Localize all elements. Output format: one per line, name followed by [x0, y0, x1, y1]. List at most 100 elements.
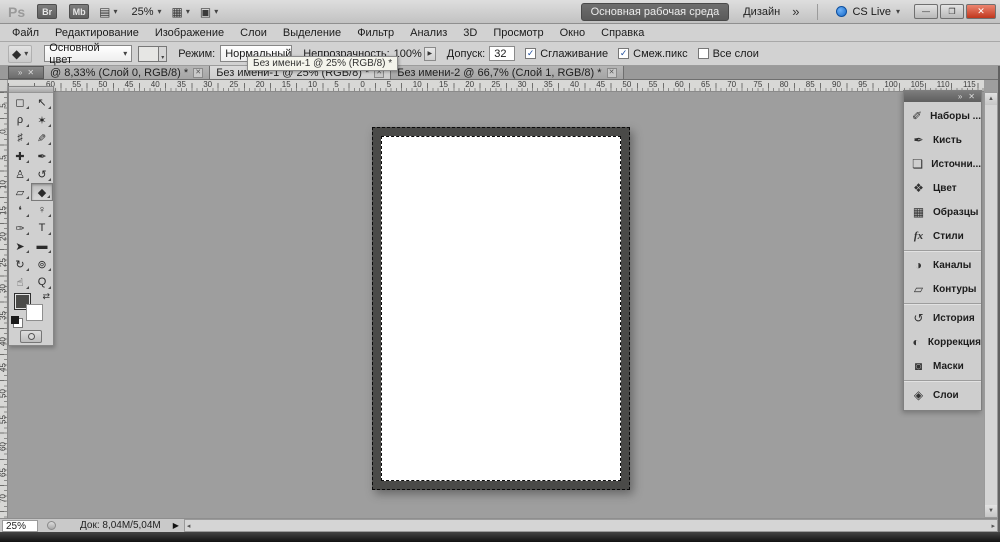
pattern-picker[interactable]: ▾	[138, 46, 167, 62]
horizontal-scrollbar[interactable]: ◂ ▸	[184, 519, 998, 532]
crop-tool[interactable]: ♯	[9, 129, 31, 147]
tool-preset-picker[interactable]: ◆ ▾	[8, 45, 32, 63]
panel-label: Слои	[933, 390, 959, 401]
panel-button-layers[interactable]: ◈Слои	[904, 383, 981, 407]
panel-collapse-icon[interactable]: »	[18, 68, 22, 77]
panel-collapse-icon[interactable]: »	[958, 92, 962, 101]
menu-item[interactable]: Редактирование	[47, 24, 147, 42]
ruler-label: 40	[0, 335, 8, 347]
dodge-tool[interactable]: ♀	[31, 201, 53, 219]
panel-button-adjustments[interactable]: ◐Коррекция	[904, 330, 981, 354]
path-selection-tool[interactable]: ➤	[9, 237, 31, 255]
ruler-label: 20	[256, 80, 265, 89]
clone-stamp-tool[interactable]: ♙	[9, 165, 31, 183]
document-canvas[interactable]	[372, 127, 630, 490]
swap-colors-icon[interactable]: ⇄	[42, 291, 50, 302]
option-checkbox[interactable]: Все слои	[698, 48, 759, 60]
panel-button-color[interactable]: ❖Цвет	[904, 176, 981, 200]
workspace-button-active[interactable]: Основная рабочая среда	[581, 3, 730, 21]
tolerance-input[interactable]: 32	[489, 46, 515, 61]
vertical-ruler[interactable]: 50510152025303540455055606570	[0, 92, 8, 518]
ruler-label: 15	[439, 80, 448, 89]
scroll-right-icon[interactable]: ▸	[991, 522, 995, 530]
close-button[interactable]: ✕	[966, 4, 996, 19]
background-color-swatch[interactable]	[26, 304, 43, 321]
panel-button-masks[interactable]: ◙Маски	[904, 354, 981, 378]
zoom-tool[interactable]: Q	[31, 273, 53, 291]
option-checkbox[interactable]: ✓Смеж.пикс	[618, 48, 687, 60]
scroll-up-icon[interactable]: ▲	[985, 93, 997, 105]
view-extras-button[interactable]: ▤ ▾	[99, 5, 117, 19]
panel-button-swatches[interactable]: ▦Образцы	[904, 200, 981, 224]
menu-item[interactable]: Справка	[593, 24, 652, 42]
ruler-label: 35	[0, 309, 8, 321]
menu-item[interactable]: 3D	[455, 24, 485, 42]
brush-tool[interactable]: ✒	[31, 147, 53, 165]
status-zoom-input[interactable]: 25%	[2, 520, 38, 532]
panel-button-history[interactable]: ↺История	[904, 306, 981, 330]
hand-tool[interactable]: ☝	[9, 273, 31, 291]
menu-item[interactable]: Выделение	[275, 24, 349, 42]
rectangle-tool[interactable]: ▬	[31, 237, 53, 255]
eraser-tool[interactable]: ▱	[9, 183, 31, 201]
opacity-slider-button[interactable]: ▶	[424, 47, 436, 61]
panel-button-styles[interactable]: fxСтили	[904, 224, 981, 248]
zoom-level-dropdown[interactable]: 25% ▾	[131, 6, 161, 18]
option-checkbox[interactable]: ✓Сглаживание	[525, 48, 608, 60]
menu-item[interactable]: Окно	[552, 24, 594, 42]
paint-bucket-tool[interactable]: ◆	[31, 183, 53, 201]
launch-bridge-button[interactable]: Br	[37, 4, 57, 19]
document-tab[interactable]: Без имени-2 @ 66,7% (Слой 1, RGB/8) *✕	[391, 66, 623, 79]
panel-button-paths[interactable]: ▱Контуры	[904, 277, 981, 301]
tab-close-icon[interactable]: ✕	[193, 68, 203, 78]
scroll-left-icon[interactable]: ◂	[187, 522, 191, 530]
cs-live-button[interactable]: CS Live ▾	[836, 6, 900, 18]
workspace-button-design[interactable]: Дизайн	[743, 6, 780, 18]
horizontal-ruler[interactable]: 6055504540353025201510505101520253035404…	[8, 80, 984, 92]
rectangular-marquee-tool[interactable]: ◻	[9, 93, 31, 111]
magic-wand-tool[interactable]: ✶	[31, 111, 53, 129]
menu-item[interactable]: Слои	[232, 24, 275, 42]
panel-button-brush-presets[interactable]: ✐Наборы ...	[904, 104, 981, 128]
tab-close-icon[interactable]: ✕	[607, 68, 617, 78]
spot-healing-brush-tool[interactable]: ✚	[9, 147, 31, 165]
eyedropper-tool[interactable]: ✎	[31, 129, 53, 147]
blur-tool[interactable]: ❛	[9, 201, 31, 219]
lasso-tool[interactable]: ρ	[9, 111, 31, 129]
3d-camera-rotate-tool[interactable]: ⊚	[31, 255, 53, 273]
type-tool[interactable]: T	[31, 219, 53, 237]
move-tool[interactable]: ↖	[31, 93, 53, 111]
checkbox-icon[interactable]	[698, 48, 709, 59]
screen-mode-button[interactable]: ▣ ▾	[200, 5, 218, 19]
quick-mask-button[interactable]	[20, 330, 42, 343]
ruler-label: 10	[308, 80, 317, 89]
restore-button[interactable]: ❐	[940, 4, 964, 19]
checkbox-icon[interactable]: ✓	[618, 48, 629, 59]
panel-button-clone-source[interactable]: ❏Источни...	[904, 152, 981, 176]
3d-object-rotate-tool[interactable]: ↻	[9, 255, 31, 273]
panel-button-brush[interactable]: ✒Кисть	[904, 128, 981, 152]
history-brush-tool[interactable]: ↺	[31, 165, 53, 183]
status-flyout-icon[interactable]: ▶	[173, 521, 179, 530]
fill-source-select[interactable]: Основной цвет ▾	[44, 45, 132, 62]
panel-button-channels[interactable]: ◑Каналы	[904, 253, 981, 277]
checkbox-icon[interactable]: ✓	[525, 48, 536, 59]
menu-item[interactable]: Изображение	[147, 24, 232, 42]
pen-tool[interactable]: ✑	[9, 219, 31, 237]
arrange-documents-button[interactable]: ▦ ▾	[172, 5, 190, 19]
scroll-down-icon[interactable]: ▼	[985, 505, 997, 517]
workspace-overflow-button[interactable]: »	[792, 4, 799, 19]
panel-close-icon[interactable]: ✕	[968, 92, 975, 101]
ruler-label: 35	[177, 80, 186, 89]
menu-item[interactable]: Фильтр	[349, 24, 402, 42]
menu-item[interactable]: Файл	[4, 24, 47, 42]
panel-close-icon[interactable]: ✕	[27, 68, 34, 77]
launch-mini-bridge-button[interactable]: Mb	[69, 4, 89, 19]
menu-item[interactable]: Просмотр	[485, 24, 551, 42]
canvas-white-area[interactable]	[381, 136, 621, 481]
menu-item[interactable]: Анализ	[402, 24, 455, 42]
document-tab[interactable]: @ 8,33% (Слой 0, RGB/8) *✕	[44, 66, 210, 79]
minimize-button[interactable]: —	[914, 4, 938, 19]
vertical-scrollbar[interactable]: ▲ ▼	[984, 92, 998, 518]
default-colors-icon[interactable]	[11, 316, 19, 324]
